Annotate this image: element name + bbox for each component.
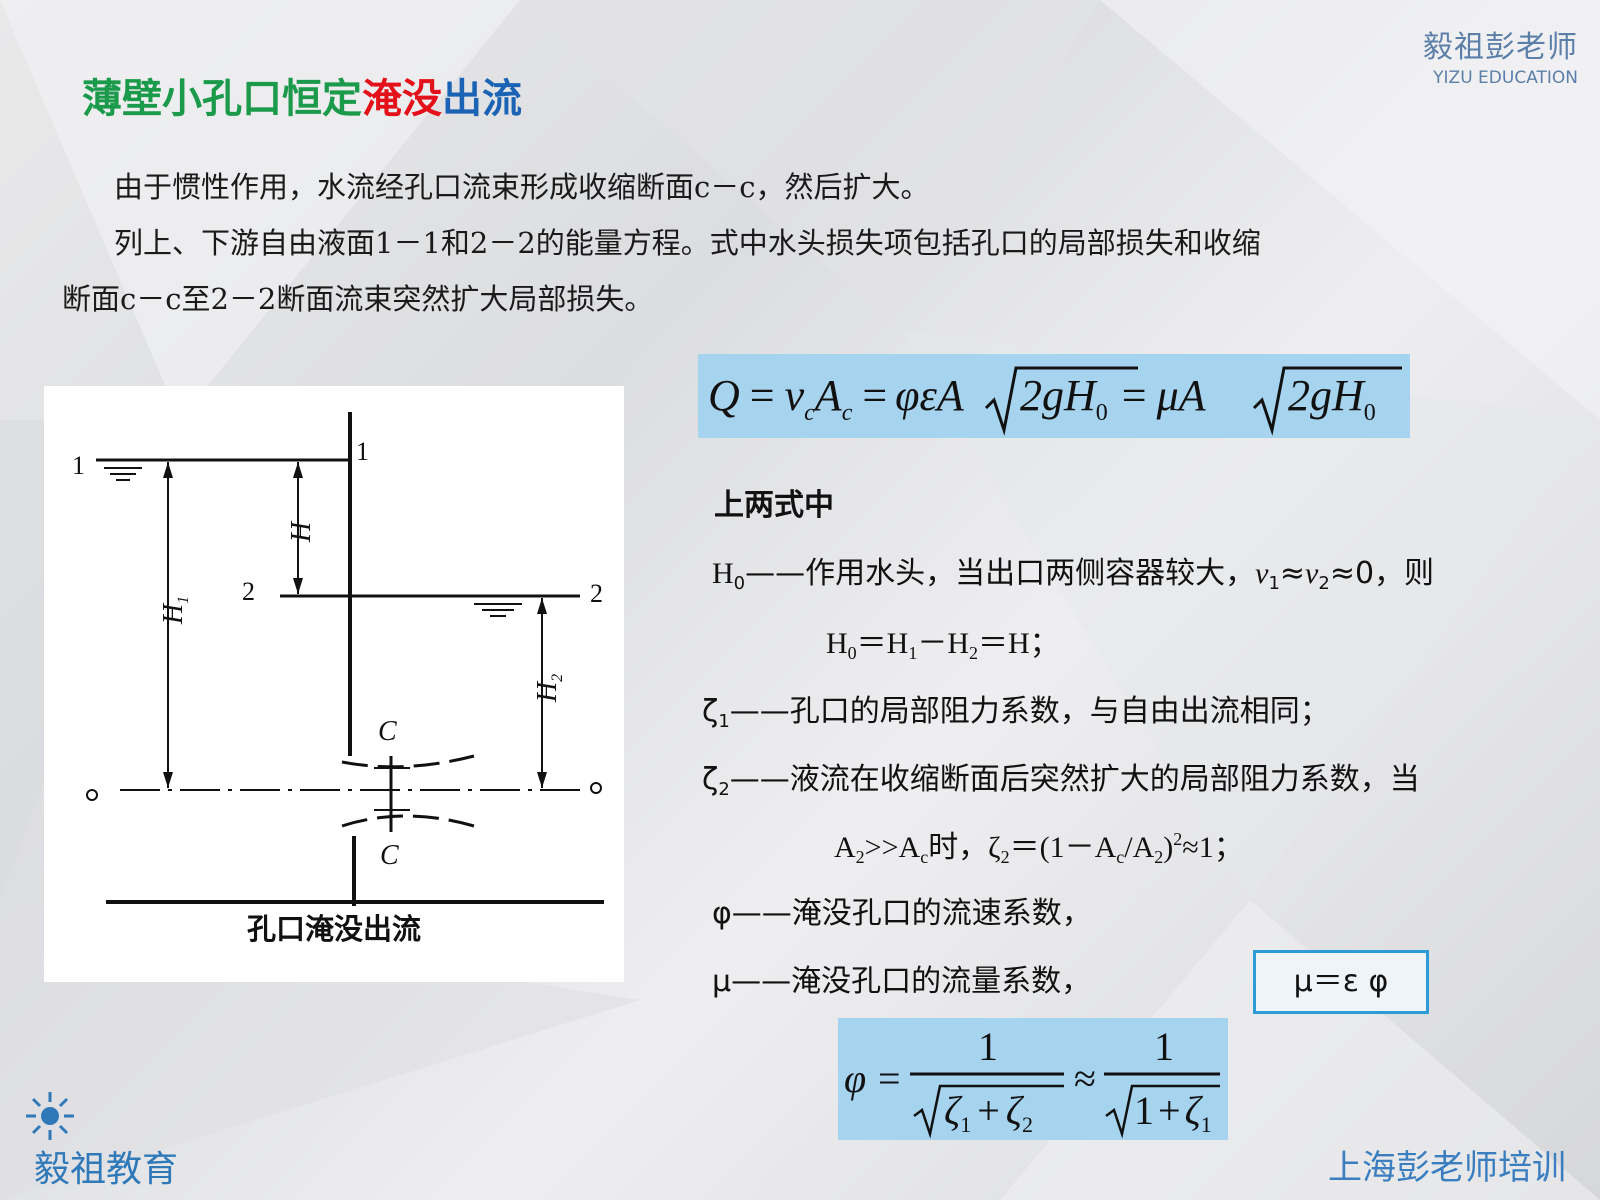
sym-A-2: A [934,371,965,420]
label-H1-sub: 1 [175,596,192,604]
footer-logo-text: 毅祖教育 [34,1149,179,1190]
sym-A-sub: c [842,400,853,426]
sym-eq-1: = [750,371,775,420]
title-part-3: 出流 [442,76,522,122]
slide-title: 薄壁小孔口恒定淹没出流 [82,66,522,124]
label-H1: H [158,602,189,625]
sym-eps: ε [920,371,938,420]
def-zeta1-line: ζ1——孔口的局部阻力系数，与自由出流相同； [702,694,1330,732]
paragraph-2-line-2: 断面c－c至2－2断面流束突然扩大局部损失。 [62,282,654,316]
label-surface-2-right: 2 [590,579,603,608]
logo-sunburst-icon [26,1092,74,1140]
paragraph-1: 由于惯性作用，水流经孔口流束形成收缩断面c－c，然后扩大。 [114,170,930,204]
svg-text:ζ1+ζ2: ζ1 + ζ2 [944,1088,1033,1137]
figure-caption: 孔口淹没出流 [246,912,421,946]
title-part-1: 薄壁小孔口恒定 [82,76,362,122]
sym-Q: Q [708,371,740,420]
sym-v-sub: c [804,400,815,426]
sym-v: v [785,371,805,420]
brand-logo-top-right: 毅祖彭老师 YIZU EDUCATION [1423,22,1578,88]
defs-header: 上两式中 [714,488,834,523]
orifice-diagram: 1 1 2 2 H H1 H2 C C 孔口淹没出流 [44,386,624,982]
sym-plus-a: + [977,1088,1000,1133]
sym-H0-sub-1: 0 [1096,400,1108,426]
label-H: H [286,520,317,543]
def-h0-line: H0——作用水头，当出口两侧容器较大，v1≈v2≈0，则 [712,556,1435,594]
svg-text:2gH0=μA: 2gH0 = μA [1020,371,1207,426]
sym-phi-eq: = [878,1056,901,1101]
footer-logo: 毅祖教育 [22,1088,178,1190]
svg-text:H1: H1 [158,596,192,625]
sym-2gH-1: 2gH [1020,371,1098,420]
sym-zeta-c-sub: 1 [1201,1112,1212,1137]
svg-text:H2: H2 [532,674,566,703]
label-surface-1-left: 1 [72,451,85,480]
sym-A: A [812,371,843,420]
label-surface-2-left: 2 [242,577,255,606]
brand-name-en: YIZU EDUCATION [1433,68,1578,88]
sym-2gH-2: 2gH [1288,371,1366,420]
sym-eq-3: = [1122,371,1147,420]
svg-text:1+ζ1: 1 + ζ1 [1134,1088,1212,1137]
sym-eq-2: = [862,371,887,420]
label-H2-sub: 2 [549,674,566,682]
sym-A-3: A [1176,371,1207,420]
label-C-bottom: C [380,840,399,871]
sym-H0-sub-2: 0 [1364,400,1376,426]
label-surface-1-right: 1 [356,437,369,466]
def-phi-line: φ——淹没孔口的流速系数， [712,896,1092,931]
sym-num-1: 1 [978,1024,998,1069]
sym-approx: ≈ [1074,1056,1096,1101]
sym-num-2: 1 [1154,1024,1174,1069]
mu-relation-box: μ＝ε φ [1253,950,1429,1014]
footer-right-text: 上海彭老师培训 [1328,1148,1566,1188]
sym-phi: φ [895,371,919,420]
def-mu-line: μ——淹没孔口的流量系数， [712,964,1092,999]
sym-zeta-b-sub: 2 [1022,1112,1033,1137]
label-C-top: C [378,716,397,747]
svg-text:Q=vcAc=φεA: Q = vcAc = φεA [708,371,965,426]
paragraph-2-line-1: 列上、下游自由液面1－1和2－2的能量方程。式中水头损失项包括孔口的局部损失和收… [114,226,1261,260]
brand-name-cn: 毅祖彭老师 [1423,30,1578,65]
main-formula-box: Q = vcAc = φεA 2gH0 = μA 2gH0 [698,354,1410,438]
sym-phi-lhs: φ [844,1056,866,1101]
title-part-2: 淹没 [362,76,442,122]
phi-formula-box: φ = 1 ζ1 + ζ2 ≈ 1 1 + ζ1 [838,1018,1228,1140]
label-H2: H [532,680,563,703]
def-area-condition: A2>>Ac时，ζ2＝(1－Ac/A2)2≈1； [834,829,1244,867]
svg-text:2gH0: 2gH0 [1288,371,1376,426]
def-zeta2-line: ζ2——液流在收缩断面后突然扩大的局部阻力系数，当 [702,762,1420,800]
def-h0-equation: H0＝H1－H2＝H； [826,627,1060,663]
sym-mu: μ [1156,371,1179,420]
sym-zeta-a-sub: 1 [960,1112,971,1137]
sym-plus-b: + [1158,1088,1181,1133]
sym-one-b: 1 [1134,1088,1154,1133]
